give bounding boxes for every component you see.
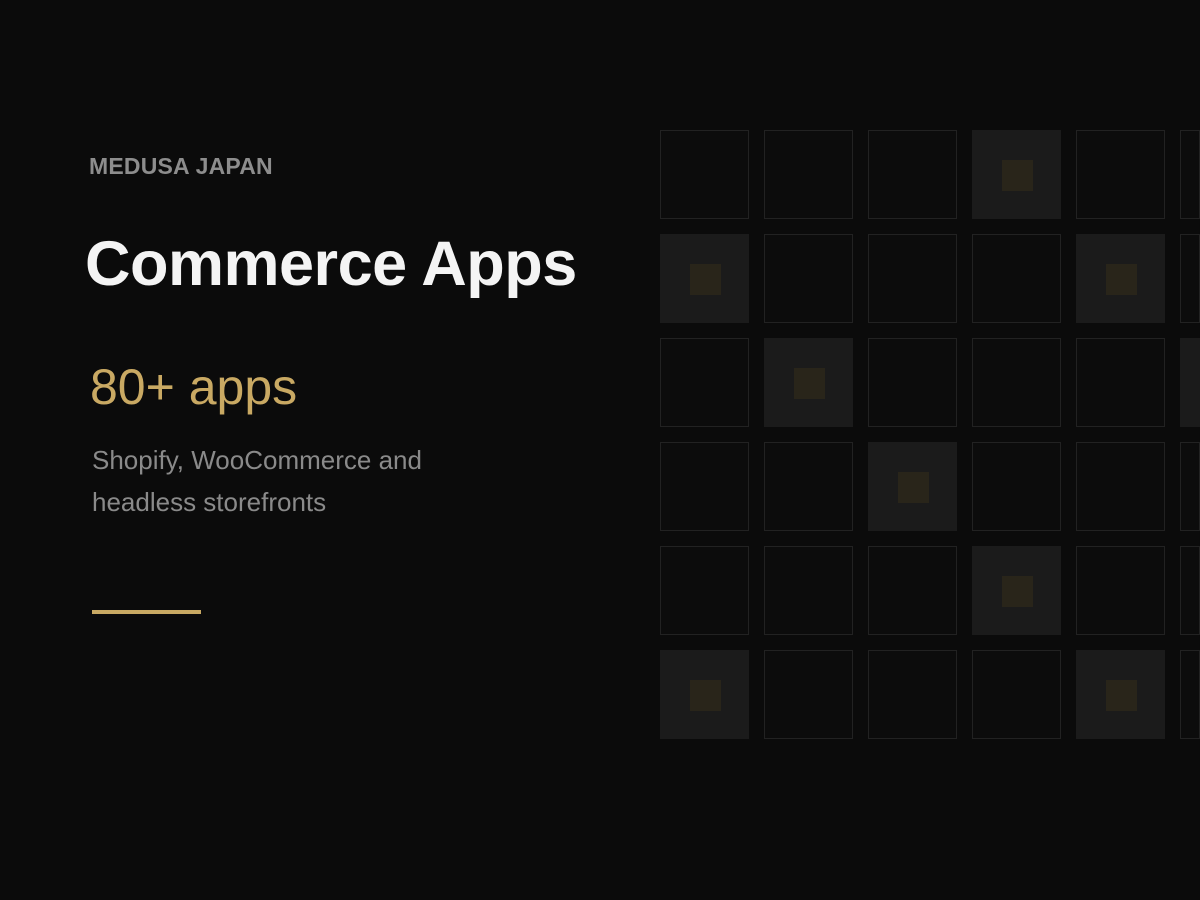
grid-tile (868, 442, 957, 531)
grid-tile (972, 650, 1061, 739)
brand-label: MEDUSA JAPAN (89, 153, 273, 179)
grid-tile-dot (690, 264, 721, 295)
grid-tile (1076, 546, 1165, 635)
grid-tile (1076, 650, 1165, 739)
grid-tile (972, 130, 1061, 219)
grid-tile-dot (1002, 160, 1033, 191)
grid-tile (868, 338, 957, 427)
page-title: Commerce Apps (85, 229, 577, 299)
grid-tile (1180, 234, 1200, 323)
grid-tile (1076, 130, 1165, 219)
grid-tile (660, 650, 749, 739)
grid-tile (868, 234, 957, 323)
grid-tile (764, 130, 853, 219)
grid-tile (660, 546, 749, 635)
grid-tile (1180, 546, 1200, 635)
grid-tile (660, 130, 749, 219)
grid-tile (868, 130, 957, 219)
grid-tile (868, 546, 957, 635)
grid-tile (1076, 338, 1165, 427)
grid-tile (868, 650, 957, 739)
grid-tile (764, 442, 853, 531)
grid-tile-dot (898, 472, 929, 503)
grid-tile (1076, 234, 1165, 323)
grid-tile (660, 338, 749, 427)
grid-tile (764, 546, 853, 635)
grid-tile-dot (1106, 680, 1137, 711)
grid-tile (972, 234, 1061, 323)
hero-banner: MEDUSA JAPAN Commerce Apps 80+ apps Shop… (0, 0, 1200, 900)
grid-tile (1180, 442, 1200, 531)
grid-tile (764, 650, 853, 739)
platform-description: Shopify, WooCommerce and headless storef… (92, 445, 422, 517)
grid-tile (764, 338, 853, 427)
grid-tile (1180, 130, 1200, 219)
grid-tile (660, 442, 749, 531)
grid-tile-dot (794, 368, 825, 399)
grid-tile-dot (1106, 264, 1137, 295)
grid-tile (972, 442, 1061, 531)
grid-tile (764, 234, 853, 323)
grid-tile (972, 546, 1061, 635)
grid-tile (1180, 650, 1200, 739)
accent-divider (92, 610, 201, 614)
grid-tile-dot (690, 680, 721, 711)
app-count: 80+ apps (90, 359, 298, 415)
grid-tile-dot (1002, 576, 1033, 607)
grid-tile (1076, 442, 1165, 531)
grid-tile (660, 234, 749, 323)
grid-tile (1180, 338, 1200, 427)
grid-tile (972, 338, 1061, 427)
